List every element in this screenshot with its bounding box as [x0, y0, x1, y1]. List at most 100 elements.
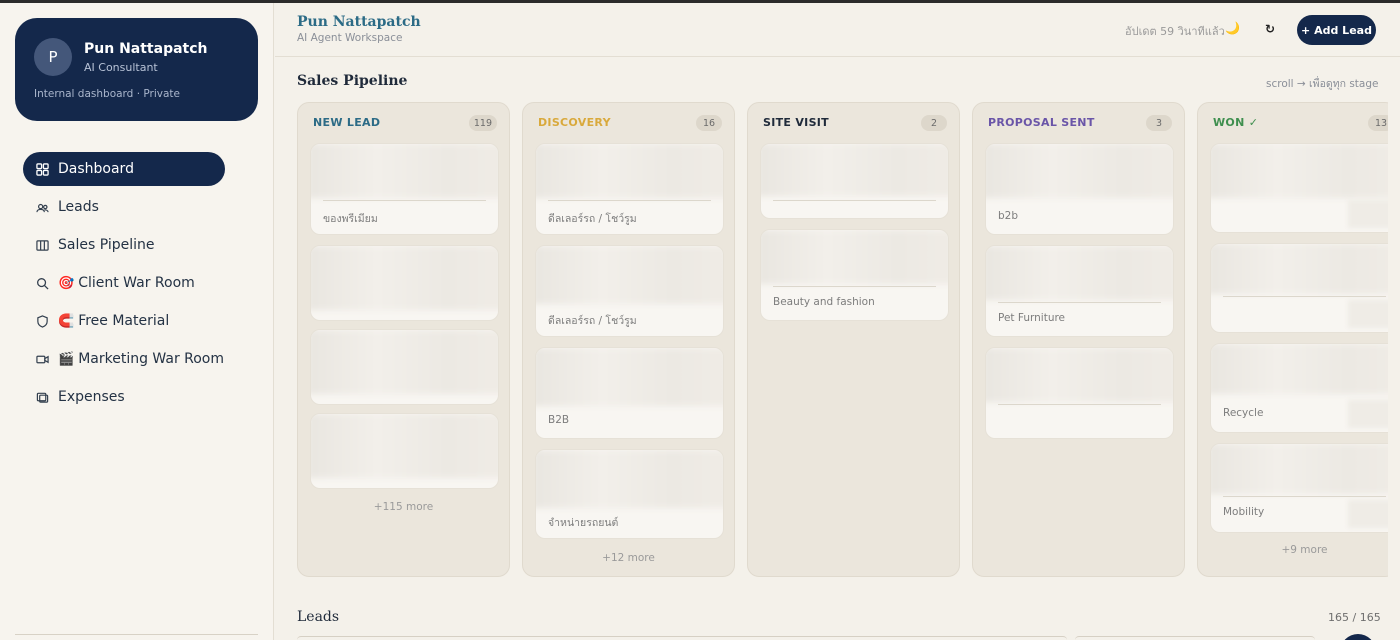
- receipt-icon: [35, 390, 49, 404]
- column-won: WON ✓ 13 Recycle Mobility +9 more: [1197, 102, 1388, 577]
- lead-card[interactable]: [1210, 243, 1388, 333]
- lead-card[interactable]: ดีลเลอร์รถ / โชว์รูม: [535, 143, 724, 235]
- lead-card[interactable]: จำหน่ายรถยนต์: [535, 449, 724, 539]
- sidebar-item-expenses[interactable]: Expenses: [23, 380, 258, 414]
- lead-card[interactable]: Mobility: [1210, 443, 1388, 533]
- redacted-content: [311, 414, 498, 478]
- column-count: 13: [1368, 115, 1388, 131]
- card-divider: [998, 302, 1161, 303]
- refresh-icon[interactable]: ↻: [1265, 22, 1275, 36]
- sidebar-item-label: Expenses: [58, 389, 125, 405]
- grid-icon: [35, 162, 49, 176]
- card-divider: [998, 404, 1161, 405]
- card-tag: ดีลเลอร์รถ / โชว์รูม: [548, 315, 637, 327]
- sidebar-item-label: Free Material: [78, 313, 170, 329]
- sidebar-divider: [15, 634, 258, 635]
- more-link[interactable]: +9 more: [1198, 544, 1388, 556]
- sidebar-item-leads[interactable]: Leads: [23, 190, 258, 224]
- add-lead-button[interactable]: + Add Lead: [1297, 15, 1376, 45]
- column-site-visit: SITE VISIT 2 Beauty and fashion: [747, 102, 960, 577]
- redacted-content: [1211, 344, 1388, 394]
- lead-card[interactable]: [1210, 143, 1388, 233]
- redacted-content: [986, 144, 1173, 198]
- sidebar-item-label: Client War Room: [78, 275, 195, 291]
- magnet-emoji-icon: 🧲: [58, 313, 75, 329]
- redacted-content: [1348, 200, 1388, 228]
- redacted-content: [1348, 400, 1388, 428]
- sidebar: P Pun Nattapatch AI Consultant Internal …: [0, 3, 274, 640]
- leads-search-input[interactable]: [297, 636, 1067, 640]
- lead-card[interactable]: ของพรีเมียม: [310, 143, 499, 235]
- video-icon: [35, 352, 49, 366]
- lead-card[interactable]: [310, 329, 499, 405]
- column-proposal-sent: PROPOSAL SENT 3 b2b Pet Furniture: [972, 102, 1185, 577]
- sidebar-item-sales-pipeline[interactable]: Sales Pipeline: [23, 228, 258, 262]
- lead-card[interactable]: B2B: [535, 347, 724, 439]
- theme-toggle-moon-icon[interactable]: 🌙: [1225, 21, 1240, 35]
- sidebar-item-client-war-room[interactable]: 🎯 Client War Room: [23, 266, 258, 300]
- redacted-content: [536, 450, 723, 508]
- pipeline-title: Sales Pipeline: [297, 73, 408, 89]
- card-divider: [1223, 496, 1386, 497]
- sidebar-item-label: Dashboard: [58, 161, 134, 177]
- card-divider: [548, 200, 711, 201]
- redacted-content: [1211, 144, 1388, 198]
- card-tag: Mobility: [1223, 506, 1265, 518]
- card-tag: b2b: [998, 210, 1019, 222]
- card-divider: [773, 200, 936, 201]
- card-tag: จำหน่ายรถยนต์: [548, 517, 619, 529]
- redacted-content: [1348, 300, 1388, 328]
- lead-card[interactable]: Recycle: [1210, 343, 1388, 433]
- redacted-content: [1348, 500, 1388, 528]
- sidebar-item-free-material[interactable]: 🧲 Free Material: [23, 304, 258, 338]
- sidebar-item-dashboard[interactable]: Dashboard: [23, 152, 225, 186]
- card-tag: ดีลเลอร์รถ / โชว์รูม: [548, 213, 637, 225]
- lead-card[interactable]: ดีลเลอร์รถ / โชว์รูม: [535, 245, 724, 337]
- lead-card[interactable]: [310, 413, 499, 489]
- redacted-content: [311, 330, 498, 394]
- redacted-content: [536, 246, 723, 304]
- redacted-content: [761, 144, 948, 196]
- card-tag: Beauty and fashion: [773, 296, 875, 308]
- redacted-content: [536, 144, 723, 198]
- redacted-content: [311, 144, 498, 198]
- redacted-content: [311, 246, 498, 310]
- redacted-content: [986, 348, 1173, 402]
- lead-card[interactable]: [310, 245, 499, 321]
- lead-card[interactable]: [760, 143, 949, 219]
- redacted-content: [986, 246, 1173, 300]
- target-emoji-icon: 🎯: [58, 275, 75, 291]
- column-count: 3: [1146, 115, 1172, 131]
- sidebar-item-label: Sales Pipeline: [58, 237, 155, 253]
- lead-card[interactable]: Pet Furniture: [985, 245, 1174, 337]
- leads-filter-select[interactable]: [1075, 636, 1315, 640]
- lead-card[interactable]: Beauty and fashion: [760, 229, 949, 321]
- column-count: 119: [468, 115, 497, 131]
- profile-card[interactable]: P Pun Nattapatch AI Consultant Internal …: [15, 18, 258, 121]
- redacted-content: [1211, 444, 1388, 494]
- last-updated-text: อัปเดต 59 วินาทีแล้ว: [1125, 25, 1225, 38]
- users-icon: [35, 200, 49, 214]
- card-tag: ของพรีเมียม: [323, 213, 378, 225]
- lead-card[interactable]: b2b: [985, 143, 1174, 235]
- lead-card[interactable]: [985, 347, 1174, 439]
- column-title: NEW LEAD: [313, 116, 381, 129]
- profile-note: Internal dashboard · Private: [34, 88, 180, 100]
- card-divider: [1223, 296, 1386, 297]
- leads-title: Leads: [297, 609, 340, 625]
- columns-icon: [35, 238, 49, 252]
- workspace-title: Pun Nattapatch: [297, 14, 421, 30]
- column-title: SITE VISIT: [763, 116, 829, 129]
- top-header: Pun Nattapatch AI Agent Workspace อัปเดต…: [275, 3, 1400, 57]
- more-link[interactable]: +12 more: [523, 552, 734, 564]
- scroll-hint: scroll → เพื่อดูทุก stage: [1266, 78, 1379, 90]
- column-new-lead: NEW LEAD 119 ของพรีเมียม +115 more: [297, 102, 510, 577]
- workspace-subtitle: AI Agent Workspace: [297, 32, 403, 44]
- floating-action-button[interactable]: [1340, 634, 1376, 640]
- card-divider: [323, 200, 486, 201]
- profile-role: AI Consultant: [84, 61, 158, 74]
- more-link[interactable]: +115 more: [298, 501, 509, 513]
- pipeline-board[interactable]: NEW LEAD 119 ของพรีเมียม +115 more DISCO…: [297, 102, 1388, 578]
- sidebar-item-marketing-war-room[interactable]: 🎬 Marketing War Room: [23, 342, 258, 376]
- avatar: P: [34, 38, 72, 76]
